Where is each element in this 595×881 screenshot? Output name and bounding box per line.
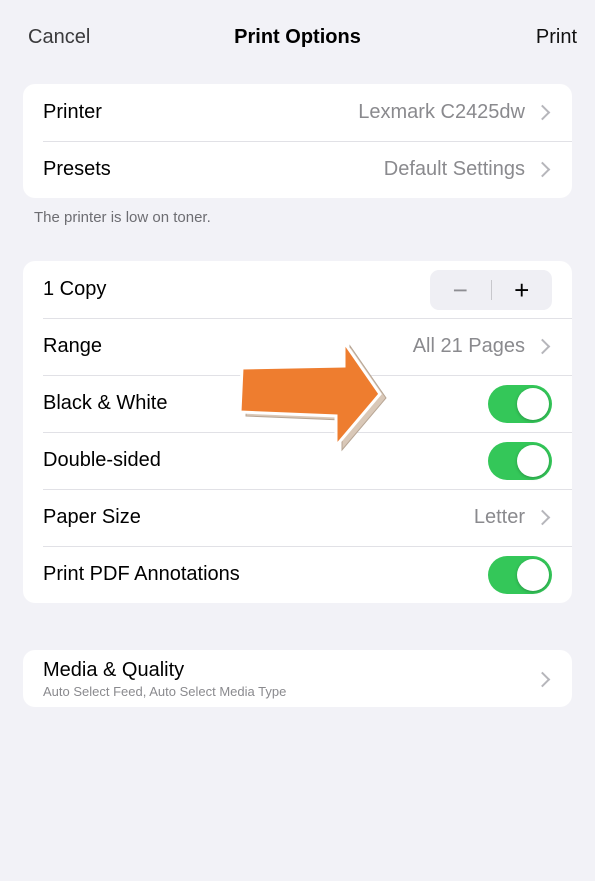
- nav-bar: Cancel Print Options Print: [4, 4, 591, 70]
- chevron-right-icon: [534, 161, 551, 178]
- decrement-button[interactable]: −: [430, 270, 491, 310]
- paper-size-label: Paper Size: [43, 506, 141, 528]
- pdf-annotations-row: Print PDF Annotations: [23, 546, 572, 603]
- copies-stepper: − +: [430, 269, 553, 310]
- media-quality-row[interactable]: Media & Quality Auto Select Feed, Auto S…: [23, 650, 572, 707]
- pdf-annotations-label: Print PDF Annotations: [43, 563, 240, 585]
- copies-row: 1 Copy − +: [23, 261, 572, 318]
- double-sided-toggle[interactable]: [488, 441, 552, 480]
- media-quality-title: Media & Quality: [43, 658, 185, 681]
- arrow-annotation-icon: [238, 340, 387, 452]
- chevron-right-icon: [534, 509, 551, 526]
- media-quality-subtitle: Auto Select Feed, Auto Select Media Type: [43, 683, 287, 699]
- presets-value: Default Settings: [383, 158, 525, 180]
- increment-button[interactable]: +: [492, 270, 553, 310]
- printer-row[interactable]: Printer Lexmark C2425dw: [23, 84, 572, 141]
- printer-value: Lexmark C2425dw: [358, 101, 525, 123]
- toggle-knob: [517, 444, 549, 477]
- page-title: Print Options: [234, 26, 361, 48]
- chevron-right-icon: [534, 338, 551, 355]
- printer-group: Printer Lexmark C2425dw Presets Default …: [23, 84, 572, 198]
- presets-label: Presets: [43, 158, 111, 180]
- copies-label: 1 Copy: [43, 278, 107, 300]
- printer-label: Printer: [43, 101, 102, 123]
- chevron-right-icon: [534, 671, 551, 688]
- paper-size-value: Letter: [473, 506, 525, 528]
- paper-size-row[interactable]: Paper Size Letter: [23, 489, 572, 546]
- range-value: All 21 Pages: [412, 335, 525, 357]
- media-group: Media & Quality Auto Select Feed, Auto S…: [23, 650, 572, 707]
- toggle-knob: [517, 558, 549, 591]
- chevron-right-icon: [534, 104, 551, 121]
- print-options-sheet: Cancel Print Options Print Printer Lexma…: [4, 4, 591, 877]
- presets-row[interactable]: Presets Default Settings: [23, 141, 572, 198]
- black-white-toggle[interactable]: [488, 384, 552, 423]
- toner-warning: The printer is low on toner.: [34, 209, 211, 226]
- print-button[interactable]: Print: [536, 26, 577, 49]
- pdf-annotations-toggle[interactable]: [488, 555, 552, 594]
- toggle-knob: [517, 387, 549, 420]
